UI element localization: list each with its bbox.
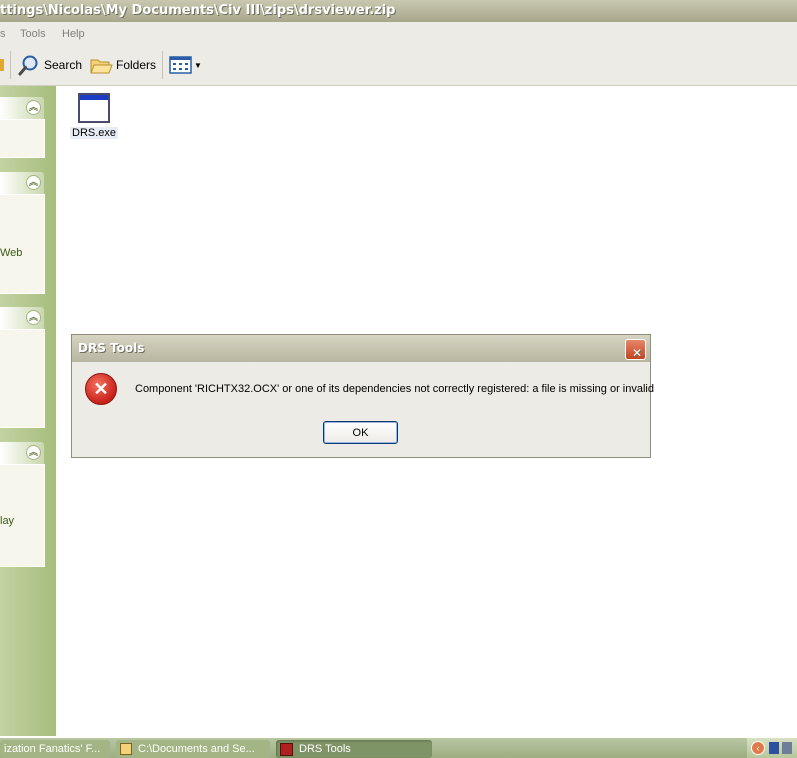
task-pane: ︽ ︽ Web ︽ ︽ lay xyxy=(0,86,56,736)
volume-icon[interactable] xyxy=(782,742,792,754)
task-pane-header-4[interactable]: ︽ xyxy=(0,442,44,464)
taskbar-button-label: DRS Tools xyxy=(299,743,351,755)
file-name-label[interactable]: DRS.exe xyxy=(70,127,119,139)
collapse-chevron-icon[interactable]: ︽ xyxy=(26,100,41,115)
task-pane-header-1[interactable]: ︽ xyxy=(0,97,44,119)
menu-item-favorites[interactable]: s xyxy=(0,28,6,40)
task-pane-header-3[interactable]: ︽ xyxy=(0,307,44,329)
taskbar-button-label: C:\Documents and Se... xyxy=(138,743,255,755)
folder-icon xyxy=(120,743,132,755)
dialog-title: DRS Tools xyxy=(78,341,145,355)
folder-icon xyxy=(90,59,113,74)
views-button[interactable]: ▼ xyxy=(169,53,202,77)
task-pane-header-2[interactable]: ︽ xyxy=(0,172,44,194)
folders-label: Folders xyxy=(116,58,157,72)
collapse-chevron-icon[interactable]: ︽ xyxy=(26,175,41,190)
dialog-title-bar[interactable]: DRS Tools ✕ xyxy=(72,335,650,362)
error-dialog: DRS Tools ✕ ✕ Component 'RICHTX32.OCX' o… xyxy=(71,334,654,458)
dialog-message: Component 'RICHTX32.OCX' or one of its d… xyxy=(135,383,654,395)
chevron-left-icon[interactable]: ‹ xyxy=(751,741,765,755)
search-icon xyxy=(18,55,38,76)
error-icon: ✕ xyxy=(85,373,117,405)
close-button[interactable]: ✕ xyxy=(625,339,646,360)
drs-tools-icon xyxy=(280,742,293,756)
up-arrow-icon[interactable] xyxy=(0,59,4,71)
toolbar-separator xyxy=(10,51,11,79)
views-icon xyxy=(169,56,192,74)
menu-item-help[interactable]: Help xyxy=(62,28,85,40)
taskbar: ization Fanatics' F... C:\Documents and … xyxy=(0,738,797,758)
search-label: Search xyxy=(44,58,83,72)
collapse-chevron-icon[interactable]: ︽ xyxy=(26,310,41,325)
toolbar: Search Folders ▼ xyxy=(0,45,797,86)
task-pane-body-4: lay xyxy=(0,464,45,567)
taskbar-button-browser[interactable]: ization Fanatics' F... xyxy=(0,740,110,758)
window-title: ttings\Nicolas\My Documents\Civ III\zips… xyxy=(0,3,396,18)
menu-bar: s Tools Help xyxy=(0,22,797,46)
task-pane-body-1 xyxy=(0,119,45,158)
close-icon: ✕ xyxy=(632,346,643,360)
system-tray: ‹ xyxy=(747,738,797,758)
taskbar-button-drs-tools[interactable]: DRS Tools xyxy=(276,740,432,758)
network-icon[interactable] xyxy=(769,742,779,754)
collapse-chevron-icon[interactable]: ︽ xyxy=(26,445,41,460)
taskbar-button-explorer[interactable]: C:\Documents and Se... xyxy=(116,740,270,758)
search-button[interactable]: Search xyxy=(18,53,82,77)
taskbar-button-label: ization Fanatics' F... xyxy=(4,743,101,755)
application-icon[interactable] xyxy=(78,93,110,123)
task-pane-body-2: Web xyxy=(0,194,45,294)
chevron-down-icon: ▼ xyxy=(194,60,202,70)
task-pane-link[interactable]: Web xyxy=(0,247,22,259)
task-pane-link[interactable]: lay xyxy=(0,515,14,527)
window-title-bar[interactable]: ttings\Nicolas\My Documents\Civ III\zips… xyxy=(0,0,797,22)
folders-button[interactable]: Folders xyxy=(89,53,156,77)
toolbar-separator xyxy=(162,51,163,79)
task-pane-body-3 xyxy=(0,329,45,428)
menu-item-tools[interactable]: Tools xyxy=(20,28,46,40)
ok-button[interactable]: OK xyxy=(323,421,398,444)
